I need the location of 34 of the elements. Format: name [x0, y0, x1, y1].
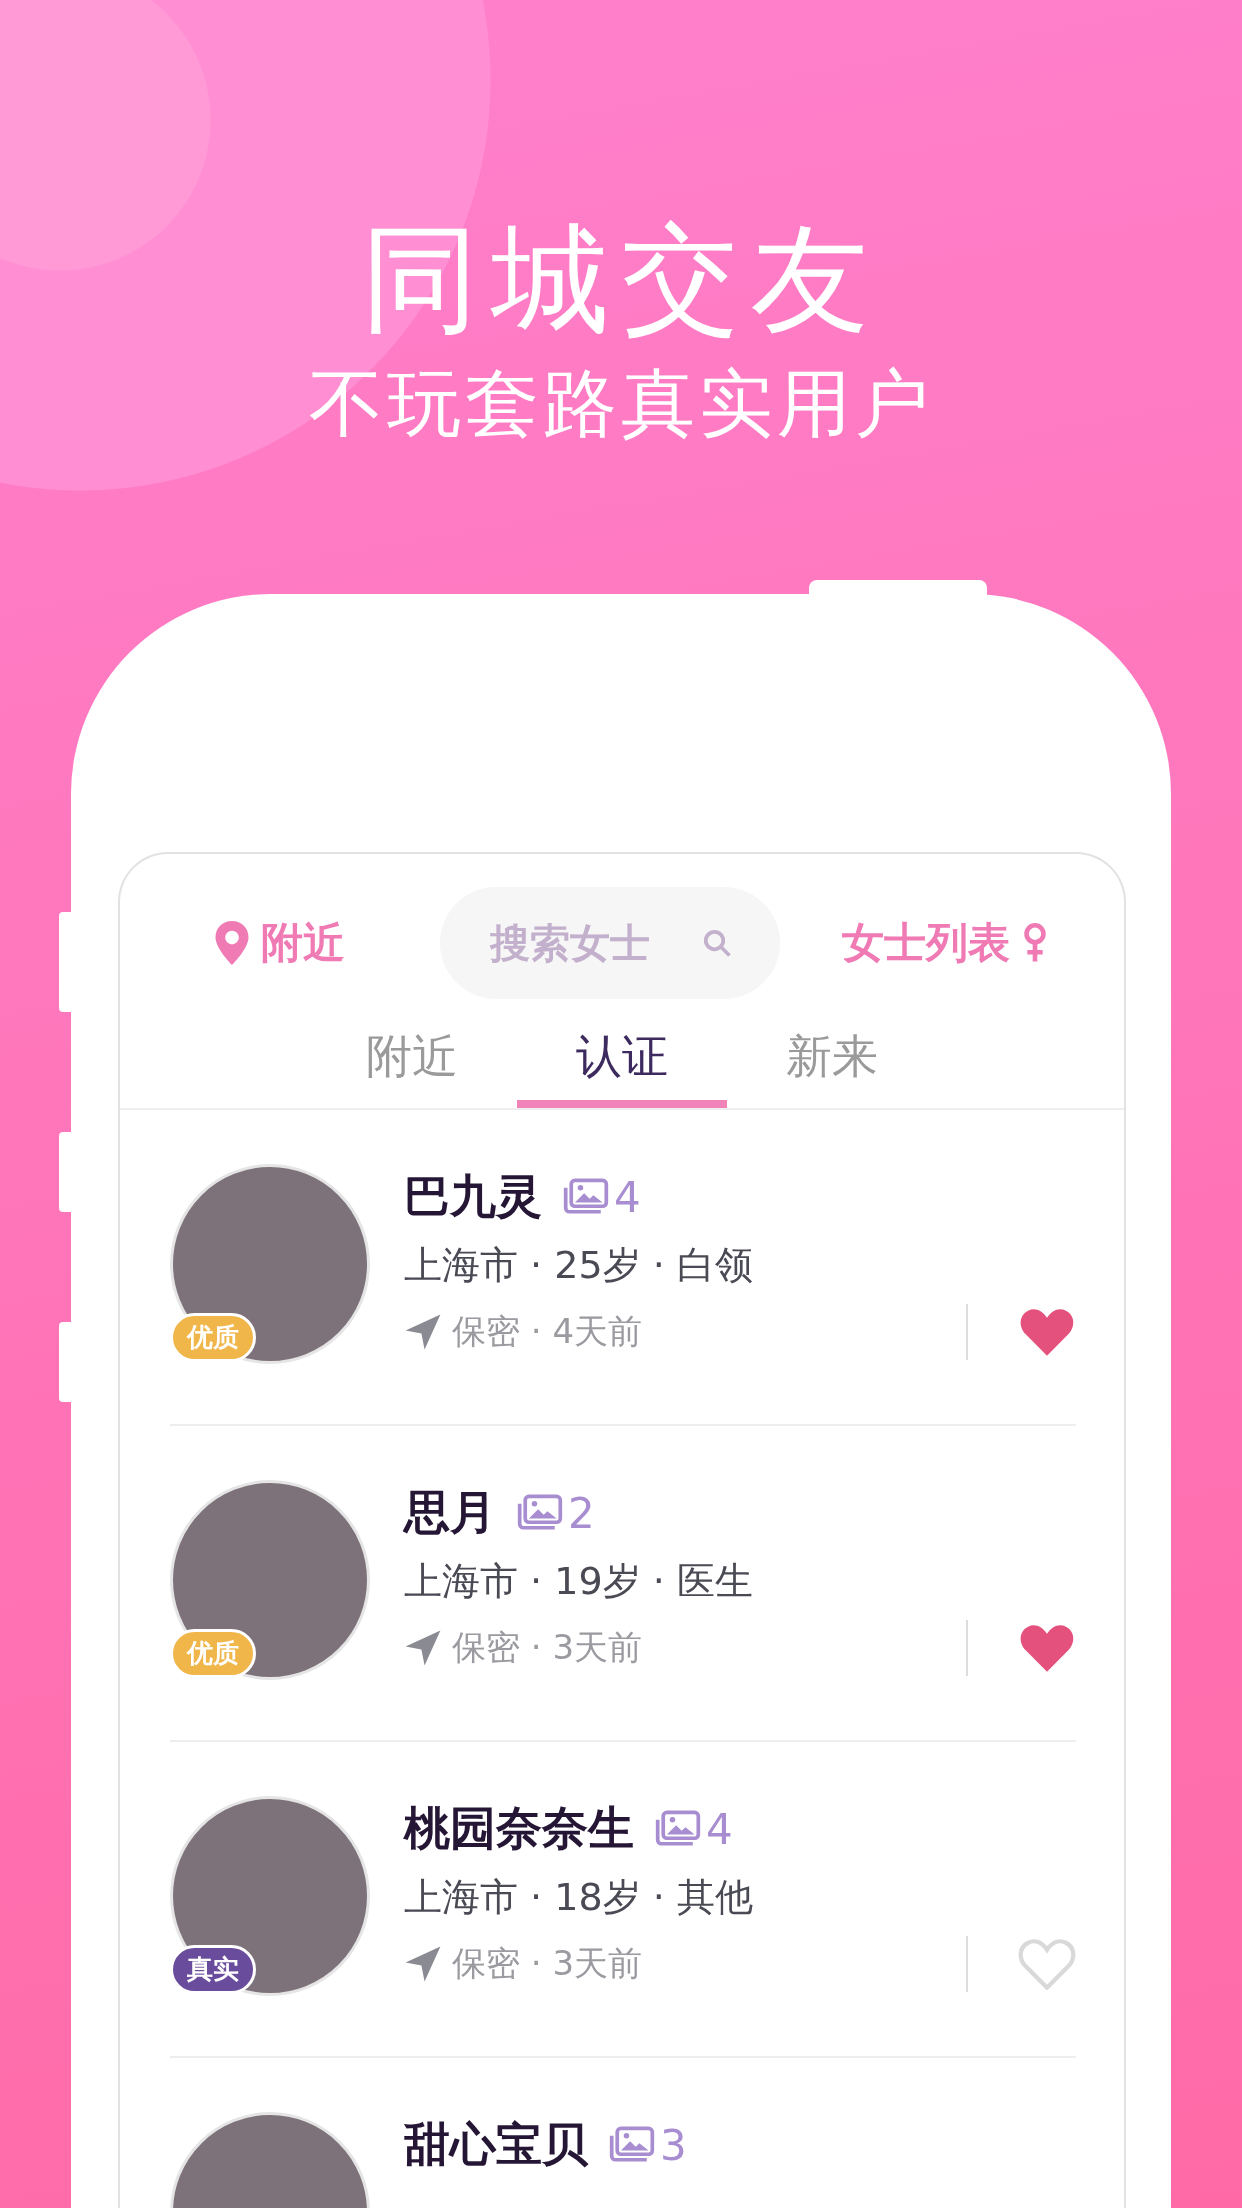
headline: 同城交友	[361, 215, 881, 345]
user-name: 巴九灵	[404, 1168, 542, 1226]
photo-count: 3	[660, 2120, 687, 2170]
navigation-arrow-icon	[404, 1629, 442, 1668]
ladies-list-link[interactable]: 女士列表	[780, 915, 1110, 972]
photo-count: 4	[706, 1804, 733, 1854]
user-details: 上海市 · 19岁 · 医生	[404, 1558, 754, 1606]
search-icon	[702, 928, 732, 959]
tab[interactable]: 附近	[307, 1024, 517, 1109]
user-activity: 保密 · 3天前	[452, 1942, 644, 1986]
badge: 优质	[170, 1629, 256, 1679]
user-details: 上海市 · 18岁 · 其他	[404, 1874, 754, 1922]
photos-icon	[654, 1810, 702, 1849]
user-name: 甜心宝贝	[404, 2116, 588, 2174]
user-details: 上海市 · 25岁 · 白领	[404, 1242, 754, 1290]
nearby-link[interactable]: 附近	[120, 915, 440, 972]
navigation-arrow-icon	[404, 1313, 442, 1352]
user-name: 思月	[404, 1484, 496, 1542]
photos-icon	[516, 1494, 564, 1533]
female-symbol-icon	[1022, 923, 1048, 964]
badge: 真实	[170, 1945, 256, 1995]
badge: 优质	[170, 1313, 256, 1363]
user-name: 桃园奈奈生	[404, 1800, 634, 1858]
location-pin-icon	[215, 921, 249, 966]
tab[interactable]: 新来	[727, 1024, 937, 1109]
tagline: 不玩套路真实用户	[309, 362, 933, 445]
navigation-arrow-icon	[404, 1945, 442, 1984]
tab[interactable]: 认证	[517, 1024, 727, 1109]
user-activity: 保密 · 3天前	[452, 1626, 644, 1670]
photos-icon	[562, 1178, 610, 1217]
photo-count: 2	[568, 1488, 595, 1538]
user-activity: 保密 · 4天前	[452, 1310, 644, 1354]
photos-icon	[608, 2126, 656, 2165]
photo-count: 4	[614, 1172, 641, 1222]
